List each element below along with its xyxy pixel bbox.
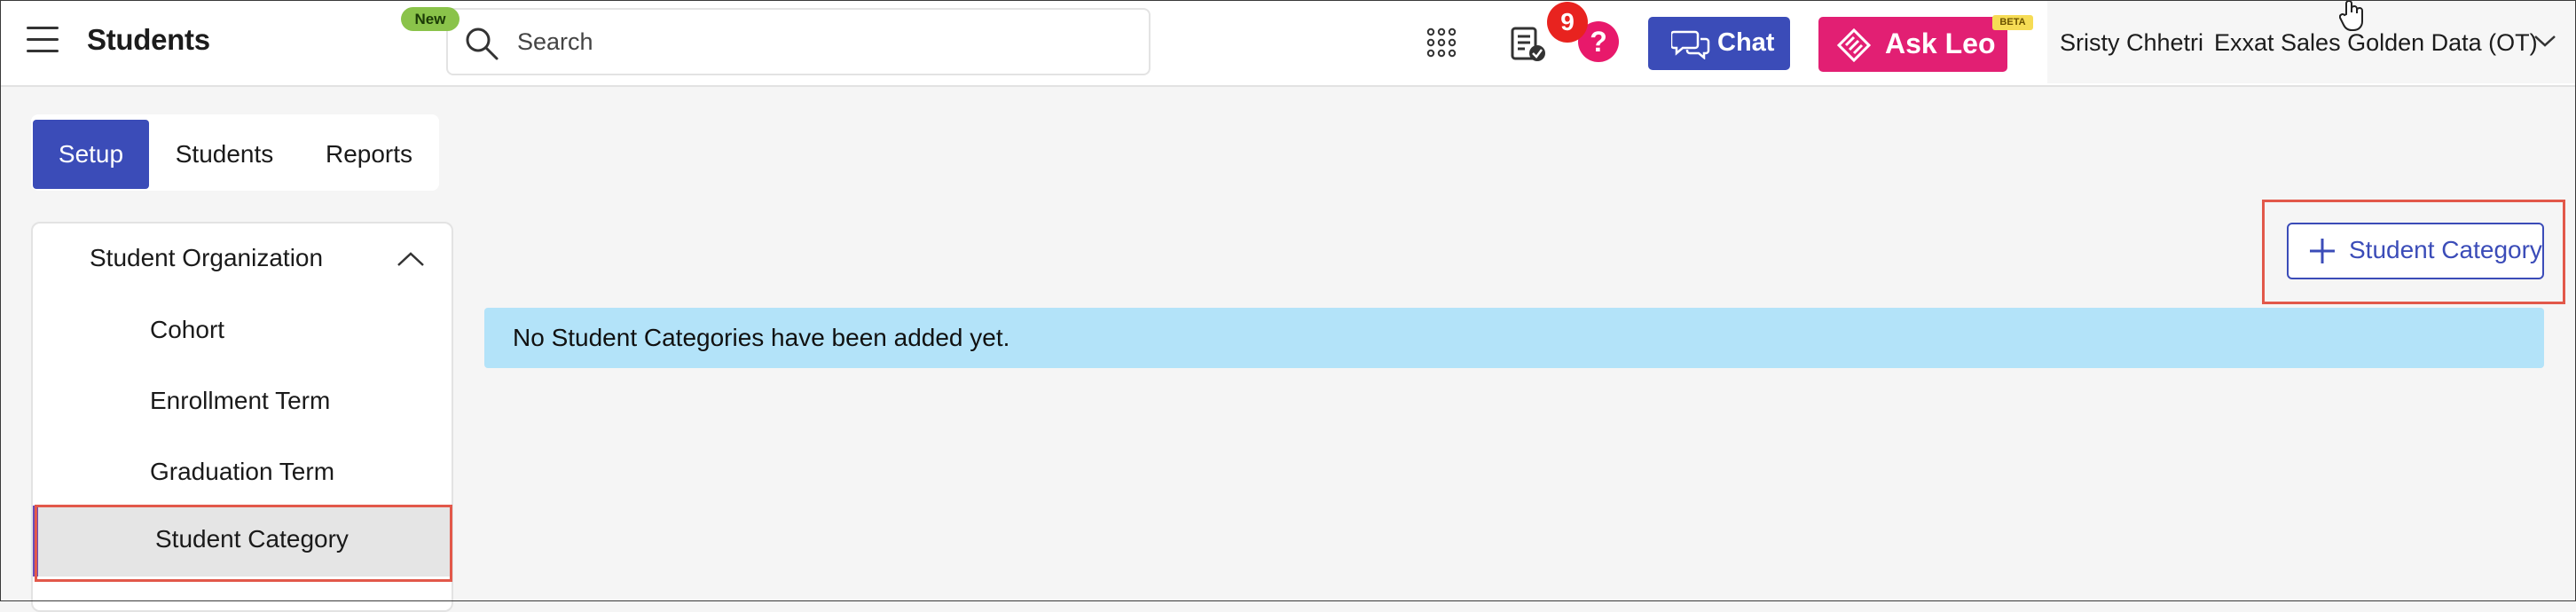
notification-count-badge[interactable]: 9	[1547, 2, 1588, 43]
user-name: Sristy Chhetri	[2060, 29, 2204, 56]
organization-name: Exxat Sales Golden Data (OT)	[2214, 29, 2538, 56]
chat-button[interactable]: Chat	[1648, 17, 1790, 70]
top-navigation-bar: Students New 9 ? Chat	[0, 0, 2576, 87]
hamburger-icon[interactable]	[27, 27, 59, 53]
search-input[interactable]	[517, 24, 1120, 59]
highlight-box-add-button	[2262, 200, 2565, 304]
chevron-up-icon[interactable]	[397, 250, 425, 268]
new-badge: New	[401, 7, 459, 31]
highlight-box-sidebar	[35, 505, 452, 582]
empty-state-banner: No Student Categories have been added ye…	[484, 308, 2544, 368]
tab-students[interactable]: Students	[166, 120, 283, 189]
app-title: Students	[87, 23, 210, 56]
chat-bubbles-icon	[1671, 30, 1710, 59]
ask-leo-label: Ask Leo	[1885, 27, 1996, 59]
sidebar-item-graduation-term[interactable]: Graduation Term	[150, 458, 334, 486]
sidebar-item-cohort[interactable]: Cohort	[150, 316, 224, 344]
chat-button-label: Chat	[1717, 28, 1775, 57]
task-list-icon[interactable]	[1510, 27, 1547, 62]
hand-cursor-icon	[2339, 0, 2363, 31]
sidebar-item-enrollment-term[interactable]: Enrollment Term	[150, 387, 330, 415]
empty-state-message: No Student Categories have been added ye…	[513, 324, 1010, 351]
tab-reports[interactable]: Reports	[313, 120, 425, 189]
leo-logo-icon	[1836, 27, 1872, 63]
chevron-down-icon[interactable]	[2533, 34, 2556, 48]
section-tabs: Setup Students Reports	[31, 114, 439, 191]
apps-grid-icon[interactable]	[1426, 27, 1457, 58]
search-box[interactable]	[446, 8, 1151, 75]
section-student-organization[interactable]: Student Organization	[90, 244, 323, 272]
beta-badge: BETA	[1992, 15, 2033, 30]
tab-setup[interactable]: Setup	[33, 120, 149, 189]
search-icon	[466, 27, 499, 60]
user-org-switcher[interactable]: Sristy Chhetri Exxat Sales Golden Data (…	[2047, 0, 2576, 83]
ask-leo-button[interactable]: Ask Leo	[1818, 17, 2007, 72]
